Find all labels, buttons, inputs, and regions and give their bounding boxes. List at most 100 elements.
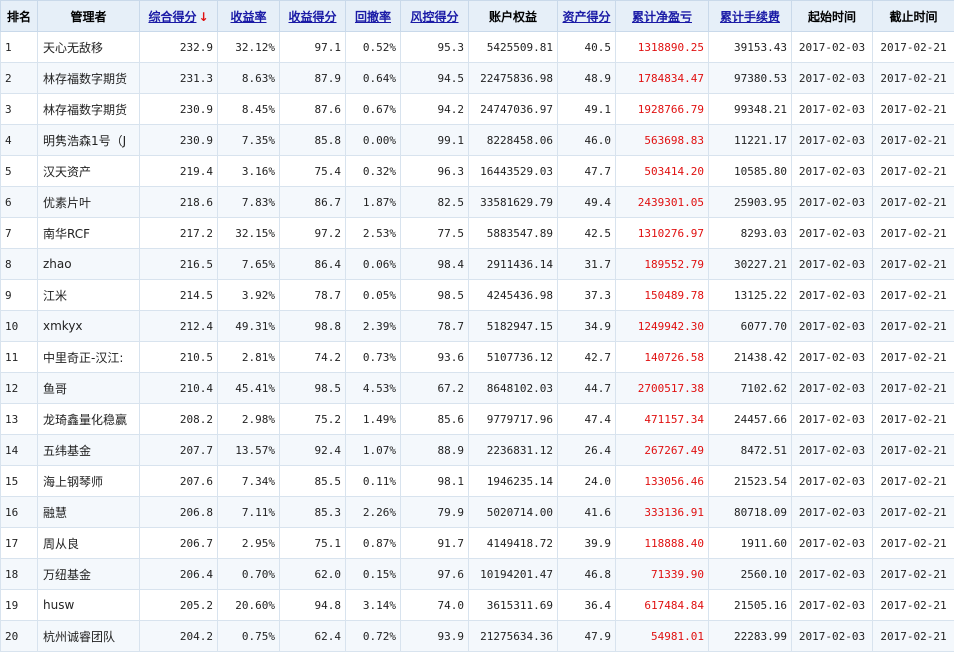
net-profit-cell: 1784834.47 <box>615 62 709 94</box>
manager-cell[interactable]: 明隽浩森1号（J <box>37 124 140 156</box>
score-cell: 205.2 <box>139 589 218 621</box>
manager-cell[interactable]: 鱼哥 <box>37 372 140 404</box>
column-header-return-score-sort[interactable]: 收益得分 <box>279 0 346 32</box>
net-profit-cell: 1928766.79 <box>615 93 709 125</box>
rank-cell: 9 <box>0 279 38 311</box>
manager-cell[interactable]: xmkyx <box>37 310 140 342</box>
asset-score-cell: 47.9 <box>557 620 616 652</box>
equity-cell: 16443529.03 <box>468 155 558 187</box>
table-row: 14 五纬基金 207.7 13.57% 92.4 1.07% 88.9 2236831.12… <box>0 434 954 466</box>
table-row: 1 天心无敌移 232.9 32.12% 97.1 0.52% 95.3 5425509.81… <box>0 31 954 63</box>
risk-score-cell: 78.7 <box>400 310 469 342</box>
column-header-fees-sort[interactable]: 累计手续费 <box>708 0 792 32</box>
fees-cell: 7102.62 <box>708 372 792 404</box>
net-profit-cell: 140726.58 <box>615 341 709 373</box>
return-score-cell: 85.8 <box>279 124 346 156</box>
drawdown-cell: 2.39% <box>345 310 401 342</box>
asset-score-cell: 39.9 <box>557 527 616 559</box>
manager-cell[interactable]: 融慧 <box>37 496 140 528</box>
column-header-drawdown-sort[interactable]: 回撤率 <box>345 0 401 32</box>
return-score-cell: 92.4 <box>279 434 346 466</box>
column-header-asset-score-sort[interactable]: 资产得分 <box>557 0 616 32</box>
manager-cell[interactable]: 万纽基金 <box>37 558 140 590</box>
return-rate-cell: 32.15% <box>217 217 280 249</box>
return-score-cell: 78.7 <box>279 279 346 311</box>
score-cell: 210.4 <box>139 372 218 404</box>
table-row: 20 杭州诚睿团队 204.2 0.75% 62.4 0.72% 93.9 21275634.… <box>0 620 954 652</box>
equity-cell: 5425509.81 <box>468 31 558 63</box>
end-time-cell: 2017-02-21 <box>872 155 954 187</box>
equity-cell: 9779717.96 <box>468 403 558 435</box>
return-score-cell: 94.8 <box>279 589 346 621</box>
return-score-cell: 86.7 <box>279 186 346 218</box>
column-header-score-label[interactable]: 综合得分 <box>148 10 196 24</box>
return-rate-cell: 7.34% <box>217 465 280 497</box>
end-time-cell: 2017-02-21 <box>872 465 954 497</box>
rank-cell: 10 <box>0 310 38 342</box>
end-time-cell: 2017-02-21 <box>872 527 954 559</box>
manager-cell[interactable]: husw <box>37 589 140 621</box>
equity-cell: 33581629.79 <box>468 186 558 218</box>
manager-cell[interactable]: 杭州诚睿团队 <box>37 620 140 652</box>
manager-cell[interactable]: 南华RCF <box>37 217 140 249</box>
return-rate-cell: 2.81% <box>217 341 280 373</box>
asset-score-cell: 41.6 <box>557 496 616 528</box>
end-time-cell: 2017-02-21 <box>872 93 954 125</box>
risk-score-cell: 88.9 <box>400 434 469 466</box>
column-header-score-sort[interactable]: 综合得分 ↓ <box>139 0 218 32</box>
net-profit-cell: 563698.83 <box>615 124 709 156</box>
manager-cell[interactable]: 周从良 <box>37 527 140 559</box>
equity-cell: 24747036.97 <box>468 93 558 125</box>
fees-cell: 39153.43 <box>708 31 792 63</box>
equity-cell: 21275634.36 <box>468 620 558 652</box>
asset-score-cell: 47.7 <box>557 155 616 187</box>
drawdown-cell: 0.11% <box>345 465 401 497</box>
return-score-cell: 75.1 <box>279 527 346 559</box>
column-header-net-profit-sort[interactable]: 累计净盈亏 <box>615 0 709 32</box>
column-header-return-rate-sort[interactable]: 收益率 <box>217 0 280 32</box>
return-score-cell: 86.4 <box>279 248 346 280</box>
rank-cell: 5 <box>0 155 38 187</box>
return-rate-cell: 3.92% <box>217 279 280 311</box>
net-profit-cell: 189552.79 <box>615 248 709 280</box>
fees-cell: 2560.10 <box>708 558 792 590</box>
manager-cell[interactable]: 天心无敌移 <box>37 31 140 63</box>
manager-cell[interactable]: 海上钢琴师 <box>37 465 140 497</box>
start-time-cell: 2017-02-03 <box>791 434 873 466</box>
manager-cell[interactable]: zhao <box>37 248 140 280</box>
fees-cell: 1911.60 <box>708 527 792 559</box>
manager-cell[interactable]: 林存福数字期货 <box>37 62 140 94</box>
return-score-cell: 98.8 <box>279 310 346 342</box>
drawdown-cell: 0.32% <box>345 155 401 187</box>
net-profit-cell: 1310276.97 <box>615 217 709 249</box>
column-header-risk-score-sort[interactable]: 风控得分 <box>400 0 469 32</box>
manager-cell[interactable]: 江米 <box>37 279 140 311</box>
risk-score-cell: 67.2 <box>400 372 469 404</box>
fees-cell: 10585.80 <box>708 155 792 187</box>
drawdown-cell: 2.53% <box>345 217 401 249</box>
manager-cell[interactable]: 龙琦鑫量化稳赢 <box>37 403 140 435</box>
manager-cell[interactable]: 五纬基金 <box>37 434 140 466</box>
net-profit-cell: 333136.91 <box>615 496 709 528</box>
return-score-cell: 85.3 <box>279 496 346 528</box>
table-row: 12 鱼哥 210.4 45.41% 98.5 4.53% 67.2 8648102.03 44… <box>0 372 954 404</box>
manager-cell[interactable]: 汉天资产 <box>37 155 140 187</box>
net-profit-cell: 54981.01 <box>615 620 709 652</box>
manager-cell[interactable]: 中里奇正-汉江: <box>37 341 140 373</box>
rank-cell: 17 <box>0 527 38 559</box>
score-cell: 206.4 <box>139 558 218 590</box>
net-profit-cell: 2700517.38 <box>615 372 709 404</box>
end-time-cell: 2017-02-21 <box>872 372 954 404</box>
asset-score-cell: 47.4 <box>557 403 616 435</box>
rank-cell: 18 <box>0 558 38 590</box>
equity-cell: 8228458.06 <box>468 124 558 156</box>
manager-cell[interactable]: 林存福数字期货 <box>37 93 140 125</box>
manager-cell[interactable]: 优素片叶 <box>37 186 140 218</box>
start-time-cell: 2017-02-03 <box>791 496 873 528</box>
start-time-cell: 2017-02-03 <box>791 558 873 590</box>
score-cell: 206.7 <box>139 527 218 559</box>
score-cell: 212.4 <box>139 310 218 342</box>
net-profit-cell: 133056.46 <box>615 465 709 497</box>
return-rate-cell: 2.98% <box>217 403 280 435</box>
net-profit-cell: 503414.20 <box>615 155 709 187</box>
